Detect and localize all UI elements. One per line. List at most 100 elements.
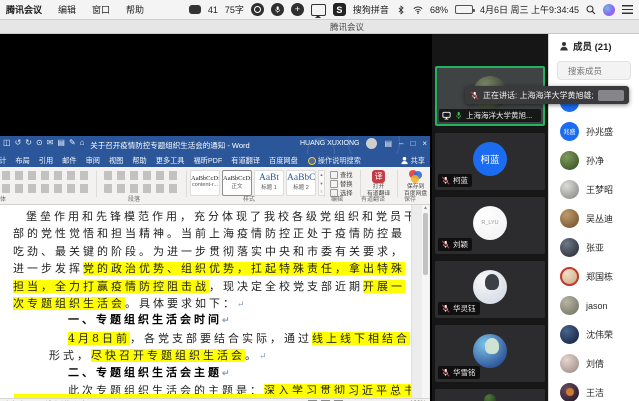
chat-bubble-icon[interactable] <box>189 5 201 14</box>
scrollbar-thumb[interactable] <box>423 213 428 275</box>
ribbon-tab-邮件[interactable]: 邮件 <box>62 156 76 166</box>
group-label-editing: 编辑 <box>331 194 343 203</box>
scroll-up-icon[interactable]: ▲ <box>422 205 429 211</box>
minimize-icon[interactable]: – <box>399 139 403 148</box>
ribbon-tab-引用[interactable]: 引用 <box>39 156 53 166</box>
video-tile[interactable]: 华灵钰 <box>435 261 545 318</box>
qat-icon[interactable]: ↻ <box>25 138 32 147</box>
ribbon-tab-帮助[interactable]: 帮助 <box>132 156 146 166</box>
ribbon-tab-设计[interactable]: 设计 <box>0 156 6 166</box>
body-text: 进一步发挥 <box>13 262 83 275</box>
youdao-translate-group[interactable]: 译 打开有道翻译 <box>360 170 390 197</box>
style-label: 正文 <box>223 182 251 190</box>
font-group[interactable] <box>2 171 97 197</box>
microphone-icon[interactable] <box>271 3 284 16</box>
style-card[interactable]: AaBbC 标题 2 <box>286 170 316 196</box>
paragraph-tools-row[interactable] <box>104 184 180 193</box>
font-tools-row[interactable] <box>2 184 90 193</box>
paragraph-tools-row[interactable] <box>104 171 180 180</box>
ribbon-tab-视图[interactable]: 视图 <box>109 156 123 166</box>
style-card[interactable]: AaBt 标题 1 <box>254 170 284 196</box>
participant-name: 刘颖 <box>453 239 468 250</box>
qat-icon[interactable]: ↺ <box>15 138 22 147</box>
menu-item-3[interactable]: 帮助 <box>126 3 144 16</box>
tell-me-search[interactable]: 操作说明搜索 <box>308 156 361 166</box>
meeting-window-titlebar[interactable]: 腾讯会议 <box>0 20 639 34</box>
member-avatar <box>560 383 579 401</box>
video-tile[interactable]: 华雪铭 <box>435 325 545 382</box>
member-row[interactable]: jason <box>549 291 639 320</box>
ribbon-tab-布局[interactable]: 布局 <box>15 156 29 166</box>
siri-icon[interactable] <box>603 4 615 16</box>
word-titlebar[interactable]: ◫↺↻⊙✉▤✎⌂ 关于召开疫情防控专题组织生活会的通知 - Word HUANG… <box>0 136 430 154</box>
member-row[interactable]: 孙净 <box>549 146 639 175</box>
ribbon-tab-更多工具[interactable]: 更多工具 <box>156 156 185 166</box>
sogou-ime-icon[interactable]: S <box>333 3 346 16</box>
edit-item-替换[interactable]: 替换 <box>330 179 353 188</box>
wifi-icon[interactable] <box>413 5 423 15</box>
member-avatar <box>560 180 579 199</box>
member-row[interactable]: 王梦昭 <box>549 175 639 204</box>
menu-clock[interactable]: 4月6日 周三 上午9:34:45 <box>480 3 579 16</box>
camera-icon[interactable] <box>251 3 264 16</box>
member-row[interactable]: 沈伟荣 <box>549 320 639 349</box>
body-text: 一、专题组织生活会时间 <box>68 314 222 326</box>
video-tile[interactable]: 柯蓝 柯蓝 <box>435 133 545 190</box>
member-row[interactable]: 郑国栋 <box>549 262 639 291</box>
highlighted-text: 担当，全力打赢疫情防控阻击战 <box>13 280 209 293</box>
ribbon-tab-审阅[interactable]: 审阅 <box>86 156 100 166</box>
video-tile[interactable] <box>435 389 545 401</box>
menu-item-1[interactable]: 编辑 <box>58 3 76 16</box>
edit-item-查找[interactable]: 查找 <box>330 170 353 179</box>
member-row[interactable]: 吴丛迪 <box>549 204 639 233</box>
menu-item-0[interactable]: 腾讯会议 <box>6 3 42 16</box>
spotlight-search-icon[interactable] <box>586 5 596 15</box>
baidu-save-group[interactable]: 保存到百度网盘 <box>397 170 427 197</box>
close-icon[interactable]: × <box>422 139 427 148</box>
member-search-input[interactable] <box>566 65 625 77</box>
member-row[interactable]: 王洁 <box>549 378 639 401</box>
share-button[interactable]: 共享 <box>400 156 425 166</box>
font-tools-row[interactable] <box>2 171 90 180</box>
account-avatar[interactable] <box>366 138 377 149</box>
participant-name: 柯蓝 <box>453 175 468 186</box>
document-scrollbar[interactable]: ▲ <box>422 205 429 398</box>
document-line: 部的党性觉悟和担当精神。当前上海疫情防控正处于疫情防控最 <box>0 225 430 242</box>
member-avatar: 兆盛 <box>560 122 579 141</box>
account-name[interactable]: HUANG XUXIONG <box>300 140 360 147</box>
qat-icon[interactable]: ⊙ <box>36 138 43 147</box>
participant-avatar: R_LYU <box>473 206 507 240</box>
video-tile[interactable]: R_LYU 刘颖 <box>435 197 545 254</box>
paragraph-group[interactable] <box>104 171 187 197</box>
qat-icon[interactable]: ✉ <box>47 138 54 147</box>
style-card[interactable]: AaBbCcDx content-r... <box>190 170 220 196</box>
member-row[interactable]: 张亚 <box>549 233 639 262</box>
bluetooth-icon[interactable] <box>396 5 406 15</box>
ribbon-tab-有道翻译[interactable]: 有道翻译 <box>231 156 260 166</box>
member-row[interactable]: 兆盛 孙兆盛 <box>549 117 639 146</box>
mic-off-icon <box>441 240 450 249</box>
member-search-box[interactable] <box>557 61 631 80</box>
ribbon-tab-百度网盘[interactable]: 百度网盘 <box>269 156 298 166</box>
airplay-icon[interactable] <box>311 4 326 16</box>
restore-icon[interactable]: □ <box>410 139 415 148</box>
member-row[interactable]: 刘倩 <box>549 349 639 378</box>
member-avatar <box>560 238 579 257</box>
avatar-detail <box>485 338 499 354</box>
member-name: 刘倩 <box>586 357 604 370</box>
style-card[interactable]: AaBbCcDx 正文 <box>222 170 252 196</box>
member-name: jason <box>586 301 608 311</box>
ime-name[interactable]: 搜狗拼音 <box>353 3 389 16</box>
ribbon-display-options-icon[interactable]: ▤ <box>384 139 392 148</box>
document-canvas[interactable]: 堡垒作用和先锋模范作用，充分体现了我校各级党组织和党员干部的党性觉悟和担当精神。… <box>0 205 430 398</box>
qat-icon[interactable]: ◫ <box>3 138 11 147</box>
ribbon-tab-福昕PDF[interactable]: 福昕PDF <box>194 156 223 166</box>
qat-icon[interactable]: ▤ <box>57 138 65 147</box>
menu-item-2[interactable]: 窗口 <box>92 3 110 16</box>
notification-center-icon[interactable] <box>622 5 633 14</box>
meeting-grid-icon[interactable]: + <box>291 3 304 16</box>
member-name: 吴丛迪 <box>586 212 613 225</box>
avatar-detail <box>485 274 499 290</box>
member-name: 张亚 <box>586 241 604 254</box>
highlighted-text: 尽快召开专题组织生活会 <box>91 349 245 362</box>
